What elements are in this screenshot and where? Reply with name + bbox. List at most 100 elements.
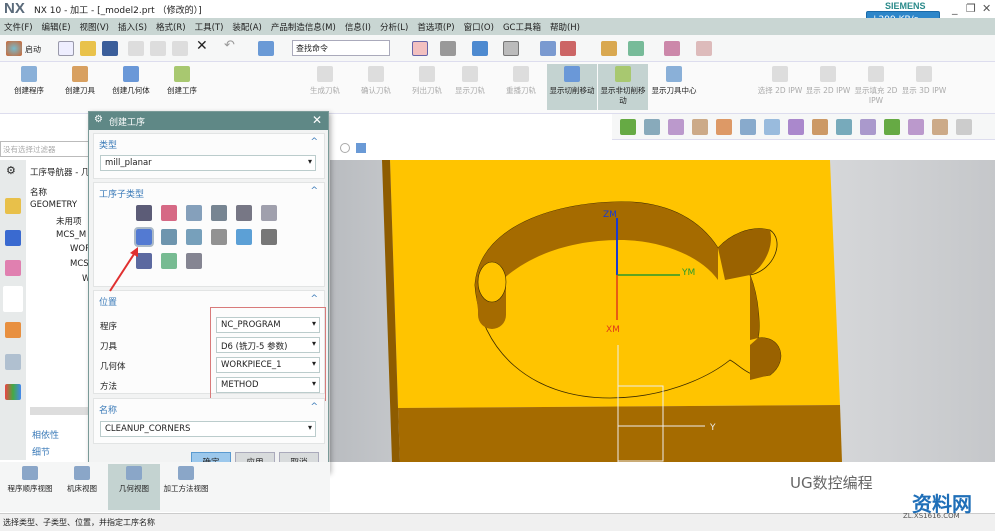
- menu-item[interactable]: 工具(T): [195, 21, 224, 33]
- undo-icon[interactable]: ↶: [224, 38, 240, 53]
- fit-icon[interactable]: [412, 41, 428, 56]
- ribbon-button[interactable]: 显示切削移动: [547, 64, 597, 110]
- selection-filter[interactable]: 没有选择过滤器: [0, 141, 90, 157]
- ribbon-button[interactable]: 创建刀具: [55, 64, 105, 110]
- delete-icon[interactable]: ✕: [196, 38, 212, 54]
- dependencies-panel[interactable]: 相依性: [32, 428, 59, 441]
- toolbar-icon[interactable]: [956, 119, 972, 135]
- view-cube-icon[interactable]: [472, 41, 488, 56]
- save-icon[interactable]: [102, 41, 118, 56]
- toolbar-icon[interactable]: [836, 119, 852, 135]
- tree-item[interactable]: MCS: [70, 259, 89, 269]
- subtype-option-12[interactable]: [261, 229, 277, 245]
- ribbon-button[interactable]: 创建程序: [4, 64, 54, 110]
- open-icon[interactable]: [80, 41, 96, 56]
- view-button[interactable]: 程序顺序视图: [4, 464, 56, 510]
- menu-item[interactable]: 信息(I): [345, 21, 371, 33]
- ribbon-button[interactable]: 创建几何体: [106, 64, 156, 110]
- toolbar-icon[interactable]: [716, 119, 732, 135]
- toolbar-icon[interactable]: [860, 119, 876, 135]
- copy-icon[interactable]: [150, 41, 166, 56]
- toolbar-icon[interactable]: [812, 119, 828, 135]
- tool-icon[interactable]: [601, 41, 617, 56]
- start-icon[interactable]: [6, 41, 22, 56]
- machine-icon[interactable]: [5, 230, 21, 246]
- subtype-section-title[interactable]: 工序子类型: [94, 183, 324, 200]
- subtype-option-6[interactable]: [261, 205, 277, 221]
- column-header-name[interactable]: 名称: [30, 186, 47, 198]
- menu-item[interactable]: GC工具箱: [503, 21, 541, 33]
- menu-item[interactable]: 视图(V): [80, 21, 109, 33]
- subtype-option-3[interactable]: [186, 205, 202, 221]
- new-icon[interactable]: [58, 41, 74, 56]
- menu-item[interactable]: 文件(F): [4, 21, 33, 33]
- application-icon[interactable]: [258, 41, 274, 56]
- operation-icon[interactable]: [628, 41, 644, 56]
- graphics-viewport[interactable]: ZM YM XM Y: [330, 160, 995, 462]
- command-search-input[interactable]: 查找命令: [292, 40, 390, 56]
- ribbon-button[interactable]: 创建工序: [157, 64, 207, 110]
- toolbar-icon[interactable]: [692, 119, 708, 135]
- menu-item[interactable]: 产品制造信息(M): [271, 21, 336, 33]
- toolbar-icon[interactable]: [620, 119, 636, 135]
- subtype-option-1[interactable]: [136, 205, 152, 221]
- selection-icon[interactable]: [540, 41, 556, 56]
- ribbon-button[interactable]: 重播刀轨: [496, 64, 546, 110]
- palette-icon[interactable]: [5, 384, 21, 400]
- toolbar-icon[interactable]: [884, 119, 900, 135]
- collapse-icon[interactable]: ^: [310, 402, 318, 412]
- ribbon-button[interactable]: 显示 2D IPW: [803, 64, 853, 110]
- ribbon-button[interactable]: 显示刀具中心: [649, 64, 699, 110]
- snap-icon[interactable]: [560, 41, 576, 56]
- minimize-button[interactable]: _: [952, 2, 958, 15]
- toolbar-icon[interactable]: [908, 119, 924, 135]
- cut-icon[interactable]: [128, 41, 144, 56]
- operation-navigator-tab[interactable]: [3, 286, 23, 312]
- subtype-option-5[interactable]: [236, 205, 252, 221]
- subtype-option-11[interactable]: [236, 229, 252, 245]
- background-icon[interactable]: [503, 41, 519, 56]
- subtype-option-15[interactable]: [186, 253, 202, 269]
- tree-item[interactable]: 未用项: [56, 215, 82, 227]
- collapse-icon[interactable]: ^: [310, 294, 318, 304]
- cube-icon[interactable]: [356, 143, 366, 153]
- ribbon-button[interactable]: 显示非切削移动: [598, 64, 648, 110]
- ribbon-button[interactable]: 显示 3D IPW: [899, 64, 949, 110]
- ribbon-button[interactable]: 显示刀轨: [445, 64, 495, 110]
- ribbon-button[interactable]: 确认刀轨: [351, 64, 401, 110]
- settings-icon[interactable]: ⚙: [6, 164, 16, 177]
- path-icon[interactable]: [664, 41, 680, 56]
- menu-item[interactable]: 帮助(H): [550, 21, 580, 33]
- part-icon[interactable]: [5, 354, 21, 370]
- details-panel[interactable]: 细节: [32, 445, 50, 458]
- layer-icon[interactable]: [5, 322, 21, 338]
- collapse-icon[interactable]: ^: [310, 137, 318, 147]
- view-button[interactable]: 几何视图: [108, 464, 160, 510]
- render-style-icon[interactable]: [440, 41, 456, 56]
- view-icon[interactable]: [340, 143, 350, 153]
- menu-item[interactable]: 插入(S): [118, 21, 147, 33]
- subtype-option-14[interactable]: [161, 253, 177, 269]
- subtype-option-7[interactable]: [134, 227, 154, 247]
- measure-icon[interactable]: [696, 41, 712, 56]
- type-select[interactable]: mill_planar: [100, 155, 316, 171]
- menu-item[interactable]: 格式(R): [156, 21, 186, 33]
- subtype-option-10[interactable]: [211, 229, 227, 245]
- subtype-option-8[interactable]: [161, 229, 177, 245]
- toolbar-icon[interactable]: [668, 119, 684, 135]
- toolbar-icon[interactable]: [764, 119, 780, 135]
- close-button[interactable]: ✕: [982, 2, 991, 15]
- toolbar-icon[interactable]: [932, 119, 948, 135]
- tree-item[interactable]: GEOMETRY: [30, 200, 77, 210]
- menu-item[interactable]: 分析(L): [380, 21, 408, 33]
- start-button[interactable]: 启动: [25, 44, 41, 55]
- type-section-title[interactable]: 类型: [94, 134, 324, 151]
- method-icon[interactable]: [5, 260, 21, 276]
- subtype-option-4[interactable]: [211, 205, 227, 221]
- dialog-header[interactable]: ⚙ 创建工序 ✕: [89, 112, 328, 130]
- ribbon-button[interactable]: 显示填充 2D IPW: [851, 64, 901, 110]
- program-order-icon[interactable]: [5, 198, 21, 214]
- menu-item[interactable]: 首选项(P): [417, 21, 454, 33]
- menu-item[interactable]: 编辑(E): [42, 21, 71, 33]
- ribbon-button[interactable]: 选择 2D IPW: [755, 64, 805, 110]
